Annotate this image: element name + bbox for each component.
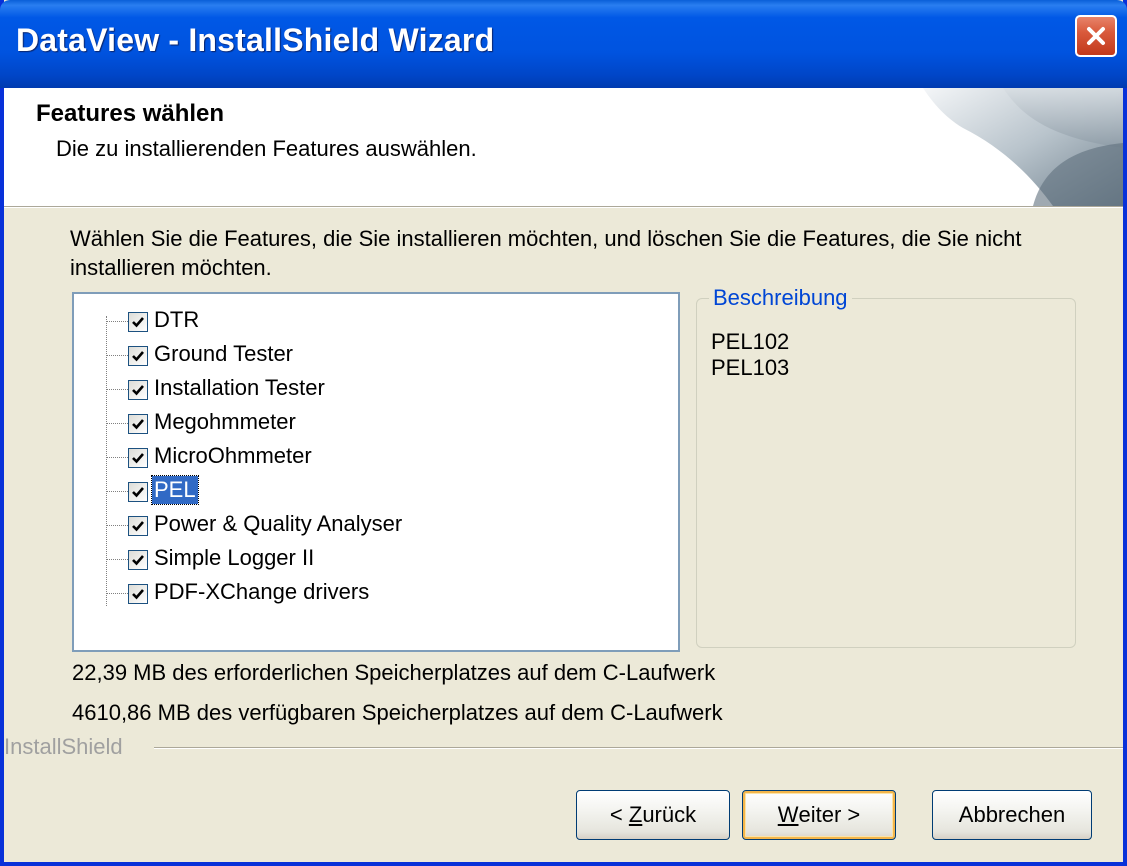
header-panel: Features wählen Die zu installierenden F… xyxy=(4,88,1123,206)
feature-checkbox[interactable] xyxy=(128,346,148,366)
feature-label[interactable]: Installation Tester xyxy=(152,374,327,402)
description-text: PEL102 PEL103 xyxy=(711,329,789,381)
feature-checkbox[interactable] xyxy=(128,312,148,332)
checkmark-icon xyxy=(132,419,144,430)
feature-checkbox[interactable] xyxy=(128,516,148,536)
tree-branch-line xyxy=(106,355,128,356)
description-line: PEL102 xyxy=(711,329,790,354)
tree-branch-line xyxy=(106,559,128,560)
feature-checkbox[interactable] xyxy=(128,482,148,502)
tree-branch-line xyxy=(106,491,128,492)
next-button-accel: W xyxy=(777,802,799,827)
feature-label[interactable]: Megohmmeter xyxy=(152,408,298,436)
feature-item[interactable]: MicroOhmmeter xyxy=(74,440,678,474)
wizard-header-graphic xyxy=(923,88,1123,206)
installshield-brand: InstallShield xyxy=(4,734,131,760)
tree-branch-line xyxy=(106,525,128,526)
next-button-rest: eiter > xyxy=(798,802,861,827)
close-icon xyxy=(1087,27,1105,45)
feature-label[interactable]: Simple Logger II xyxy=(152,544,316,572)
disk-available-text: 4610,86 MB des verfügbaren Speicherplatz… xyxy=(72,700,723,725)
tree-branch-line xyxy=(106,321,128,322)
title-bar[interactable]: DataView - InstallShield Wizard xyxy=(0,0,1127,88)
checkmark-icon xyxy=(132,521,144,532)
feature-item[interactable]: Megohmmeter xyxy=(74,406,678,440)
tree-branch-line xyxy=(106,457,128,458)
back-button-accel: Z xyxy=(628,802,643,827)
tree-branch-line xyxy=(106,389,128,390)
brand-separator xyxy=(154,747,1123,749)
checkmark-icon xyxy=(132,351,144,362)
close-button[interactable] xyxy=(1075,15,1117,57)
checkmark-icon xyxy=(132,385,144,396)
description-legend: Beschreibung xyxy=(709,285,852,311)
page-subtitle: Die zu installierenden Features auswähle… xyxy=(56,136,477,161)
back-button-prefix: < xyxy=(609,802,629,827)
feature-label[interactable]: PDF-XChange drivers xyxy=(152,578,371,606)
feature-checkbox[interactable] xyxy=(128,550,148,570)
feature-checkbox[interactable] xyxy=(128,414,148,434)
checkmark-icon xyxy=(132,453,144,464)
feature-label[interactable]: PEL xyxy=(151,475,199,505)
checkmark-icon xyxy=(132,589,144,600)
window-title: DataView - InstallShield Wizard xyxy=(16,22,495,58)
checkmark-icon xyxy=(132,555,144,566)
feature-label[interactable]: Power & Quality Analyser xyxy=(152,510,404,538)
feature-checkbox[interactable] xyxy=(128,584,148,604)
feature-label[interactable]: MicroOhmmeter xyxy=(152,442,314,470)
back-button-rest: urück xyxy=(642,802,697,827)
checkmark-icon xyxy=(132,487,144,498)
feature-label[interactable]: DTR xyxy=(152,306,201,334)
feature-item[interactable]: Installation Tester xyxy=(74,372,678,406)
description-groupbox: Beschreibung PEL102 PEL103 xyxy=(696,285,1076,648)
tree-branch-line xyxy=(106,593,128,594)
feature-tree[interactable]: DTR Ground Tester Installation Tester Megoh… xyxy=(72,292,680,652)
feature-item[interactable]: PEL xyxy=(74,474,678,508)
description-line: PEL103 xyxy=(711,355,790,380)
feature-item[interactable]: Ground Tester xyxy=(74,338,678,372)
feature-item[interactable]: PDF-XChange drivers xyxy=(74,576,678,610)
next-button[interactable]: Weiter > xyxy=(742,790,896,840)
feature-item[interactable]: Simple Logger II xyxy=(74,542,678,576)
back-button[interactable]: < Zurück xyxy=(576,790,730,840)
installer-window: DataView - InstallShield Wizard Features… xyxy=(0,0,1127,866)
header-separator xyxy=(4,206,1123,208)
page-title: Features wählen xyxy=(36,100,225,127)
instructions-text: Wählen Sie die Features, die Sie install… xyxy=(70,226,1022,280)
feature-item[interactable]: DTR xyxy=(74,304,678,338)
disk-required-text: 22,39 MB des erforderlichen Speicherplat… xyxy=(72,660,716,685)
tree-branch-line xyxy=(106,423,128,424)
feature-checkbox[interactable] xyxy=(128,380,148,400)
feature-label[interactable]: Ground Tester xyxy=(152,340,295,368)
feature-item[interactable]: Power & Quality Analyser xyxy=(74,508,678,542)
cancel-button[interactable]: Abbrechen xyxy=(932,790,1092,840)
feature-checkbox[interactable] xyxy=(128,448,148,468)
checkmark-icon xyxy=(132,317,144,328)
